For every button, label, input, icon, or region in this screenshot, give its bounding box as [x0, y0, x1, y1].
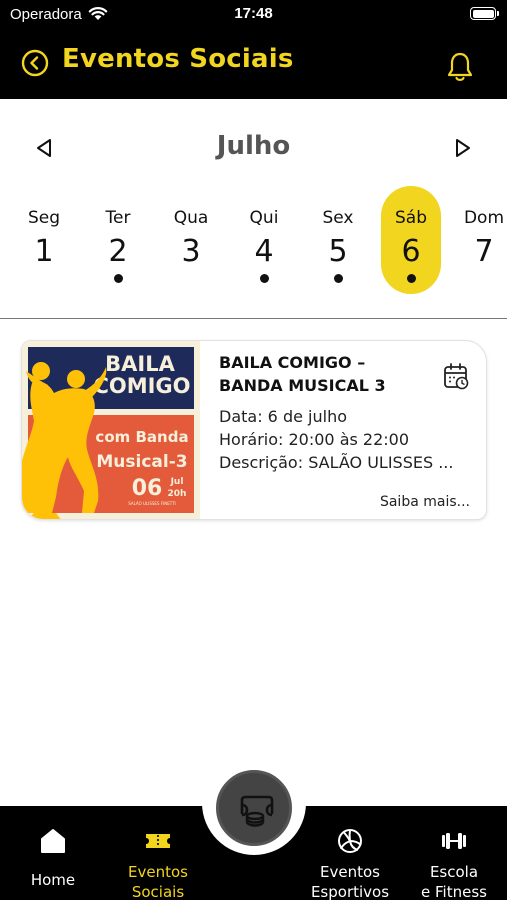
nav-escola-fitness[interactable]: Escola e Fitness — [410, 806, 498, 900]
app-header: Operadora 17:48 Eventos Sociais — [0, 0, 507, 99]
poster-hour: 20h — [168, 489, 187, 499]
day-number: 3 — [181, 234, 201, 269]
divider — [0, 318, 507, 319]
day-number: 7 — [474, 234, 494, 269]
home-icon — [41, 829, 65, 853]
event-time: Horário: 20:00 às 22:00 — [219, 430, 410, 449]
nav-eventos-sociais[interactable]: Eventos Sociais — [112, 806, 204, 900]
day-item[interactable]: Ter 2 — [88, 186, 148, 294]
poster-line2: COMIGO — [93, 374, 190, 398]
day-item[interactable]: Qui 4 — [234, 186, 294, 294]
poster-day: 06 — [132, 476, 163, 501]
event-poster: BAILA COMIGO com Banda Musical-3 06 Jul … — [22, 341, 200, 519]
day-item-selected[interactable]: Sáb 6 — [381, 186, 441, 294]
event-dot — [334, 274, 343, 283]
day-name: Dom — [463, 208, 505, 228]
event-date: Data: 6 de julho — [219, 407, 347, 426]
poster-month: Jul — [170, 477, 184, 487]
back-icon[interactable] — [21, 49, 49, 77]
poster-line4: Musical-3 — [96, 452, 187, 472]
event-dot — [114, 274, 123, 283]
read-more-link[interactable]: Saiba mais... — [380, 494, 470, 510]
day-item[interactable]: Qua 3 — [161, 186, 221, 294]
day-item[interactable]: Sex 5 — [308, 186, 368, 294]
ticket-icon — [146, 834, 170, 848]
poster-venue: SALÃO ULISSES FINETTI — [128, 501, 176, 506]
nav-social-label-1: Eventos — [128, 863, 188, 881]
nav-sports-label-2: Esportivos — [310, 883, 390, 900]
day-name: Seg — [27, 208, 61, 228]
day-item[interactable]: Seg 1 — [14, 186, 74, 294]
week-strip: Seg 1 Ter 2 Qua 3 Qui 4 Sex 5 Sáb 6 Dom — [0, 186, 507, 296]
day-number: 1 — [34, 234, 54, 269]
day-number: 6 — [401, 234, 421, 269]
nav-home-label: Home — [30, 871, 76, 889]
status-time: 17:48 — [234, 5, 273, 22]
nav-home[interactable]: Home — [13, 806, 93, 900]
day-name: Sex — [322, 208, 354, 228]
poster-line3: com Banda — [95, 428, 188, 446]
day-name: Qui — [249, 208, 279, 228]
nav-eventos-esportivos[interactable]: Eventos Esportivos — [302, 806, 398, 900]
center-action-icon — [240, 795, 274, 827]
event-title[interactable]: BAILA COMIGO – BANDA MUSICAL 3 — [219, 351, 434, 397]
event-dot — [407, 274, 416, 283]
bell-icon[interactable] — [446, 51, 474, 83]
event-description: Descrição: SALÃO ULISSES ... — [219, 453, 454, 472]
day-name: Sáb — [395, 208, 427, 228]
day-number: 4 — [254, 234, 274, 269]
add-to-calendar-icon[interactable] — [443, 362, 469, 390]
nav-sports-label-1: Eventos — [320, 863, 380, 881]
day-number: 2 — [108, 234, 128, 269]
event-dot — [260, 274, 269, 283]
dumbbell-icon — [442, 833, 466, 849]
nav-school-label-2: e Fitness — [421, 883, 487, 900]
event-card[interactable]: BAILA COMIGO com Banda Musical-3 06 Jul … — [21, 340, 487, 520]
battery-icon — [470, 7, 499, 20]
day-number: 5 — [328, 234, 348, 269]
day-item[interactable]: Dom 7 — [454, 186, 507, 294]
month-label: Julho — [216, 131, 291, 161]
volleyball-icon — [338, 829, 362, 853]
next-month-icon[interactable] — [452, 136, 474, 160]
center-action-button[interactable] — [216, 770, 292, 846]
nav-social-label-2: Sociais — [131, 883, 185, 900]
screen: Operadora 17:48 Eventos Sociais Julho Se… — [0, 0, 507, 900]
nav-school-label-1: Escola — [429, 863, 479, 881]
page-title: Eventos Sociais — [62, 44, 294, 74]
day-name: Qua — [173, 208, 209, 228]
status-bar: Operadora 17:48 — [0, 0, 507, 28]
poster-line1: BAILA — [105, 352, 175, 376]
day-name: Ter — [105, 208, 131, 228]
